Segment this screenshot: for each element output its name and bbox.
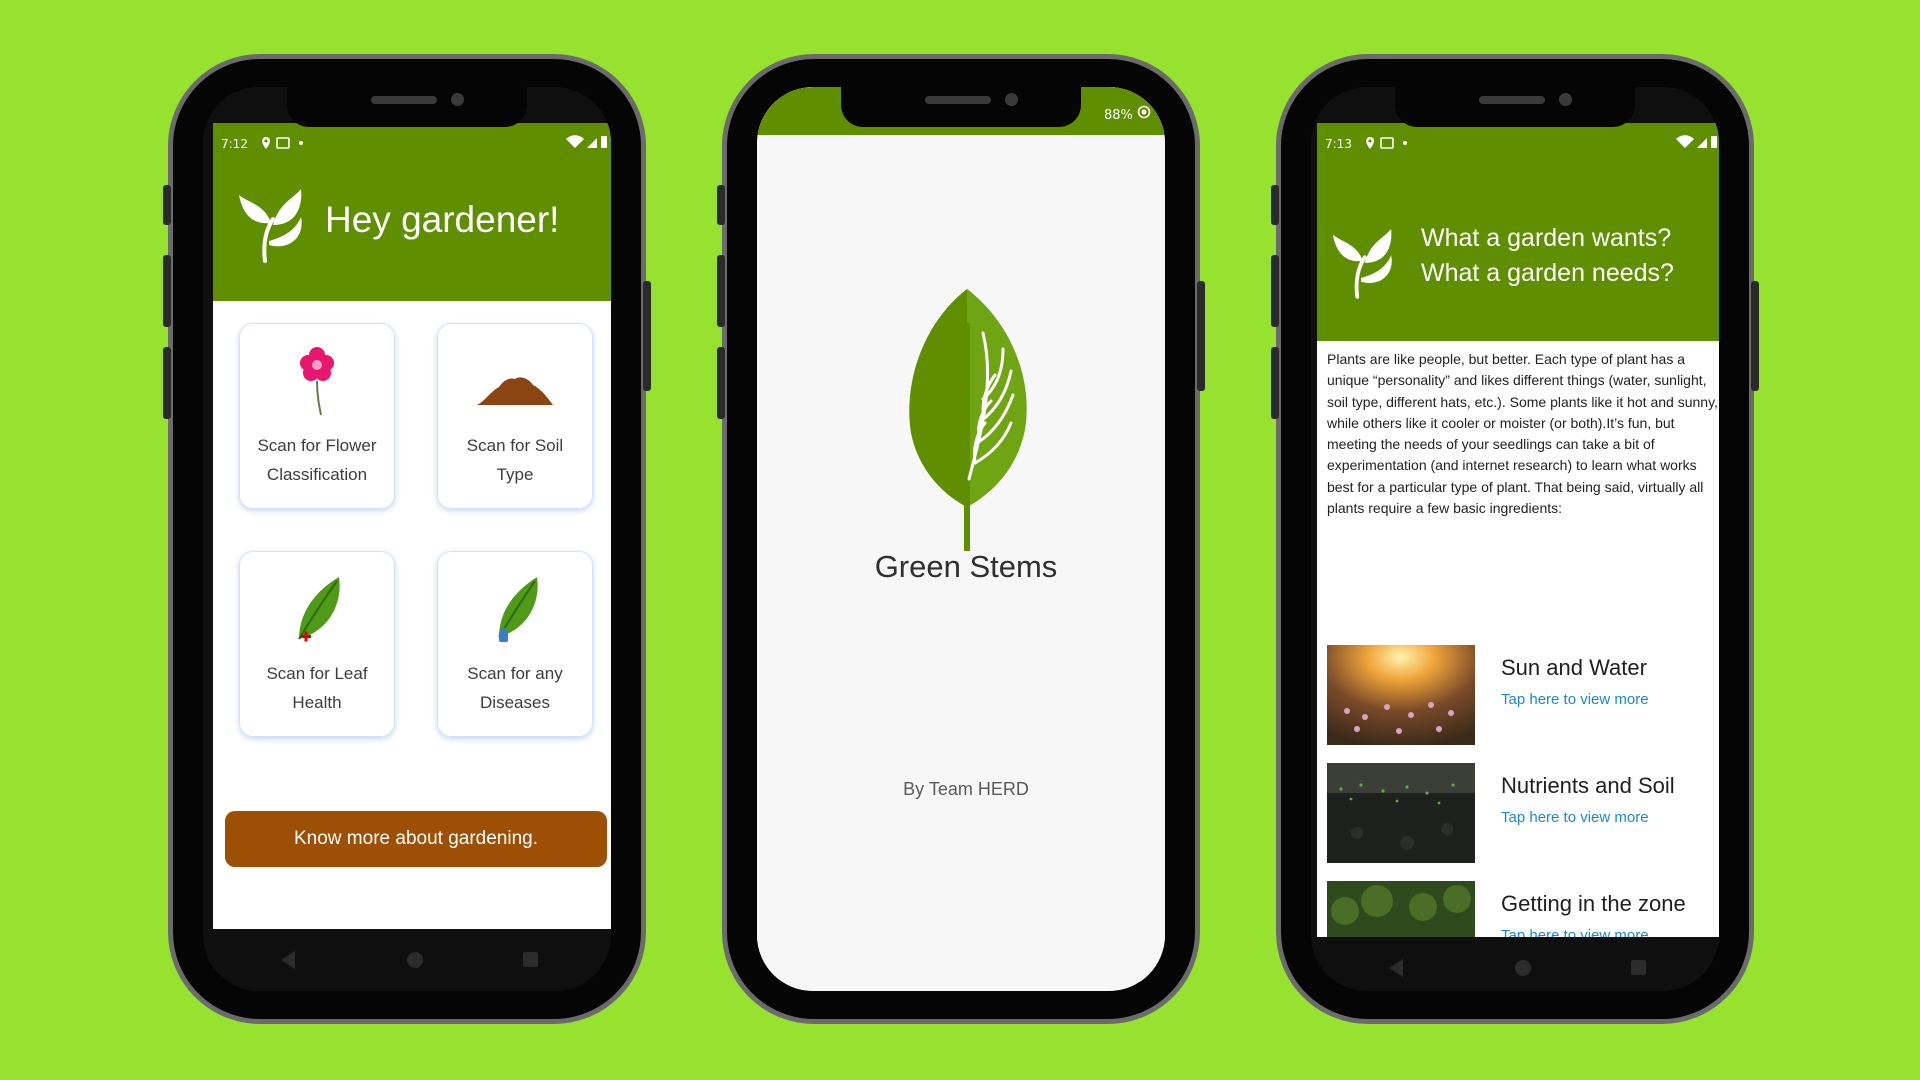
battery-indicator: 88% — [1104, 105, 1151, 123]
volume-down-button — [717, 347, 725, 419]
front-camera — [1005, 93, 1018, 106]
location-icon — [1366, 137, 1407, 149]
back-icon[interactable] — [281, 951, 295, 969]
notch — [1395, 87, 1635, 127]
speaker — [925, 96, 991, 104]
soil-thumbnail — [1327, 763, 1475, 863]
recent-apps-icon[interactable] — [1631, 960, 1646, 975]
card-label-line: Diseases — [480, 693, 550, 712]
back-icon[interactable] — [1389, 959, 1403, 977]
flower-icon — [300, 347, 334, 416]
notch — [287, 87, 527, 127]
topic-growing-zone[interactable]: Getting in the zone Tap here to view mor… — [1327, 881, 1717, 937]
card-label-line: Scan for Leaf — [266, 664, 368, 683]
recent-apps-icon[interactable] — [523, 952, 538, 967]
topic-nutrients-soil[interactable]: Nutrients and Soil Tap here to view more — [1327, 763, 1717, 863]
scan-flower-card[interactable]: Scan for Flower Classification — [239, 323, 395, 509]
app-header: 7:12 Hey gardener! — [213, 123, 611, 301]
topic-title: Nutrients and Soil — [1501, 773, 1675, 798]
home-icon[interactable] — [407, 952, 423, 968]
topic-title: Sun and Water — [1501, 655, 1647, 680]
guide-display: 7:13 What a garden wants? What a garden … — [1317, 123, 1719, 937]
status-notification-icons — [261, 136, 311, 153]
status-time: 7:12 — [221, 137, 248, 151]
topic-sun-water[interactable]: Sun and Water Tap here to view more — [1327, 645, 1717, 745]
sprout-logo-icon — [239, 189, 302, 263]
power-button — [1197, 281, 1205, 391]
status-bar: 7:13 — [1317, 123, 1719, 163]
app-display: 7:12 Hey gardener! Scan for Flower Class… — [213, 123, 611, 929]
volume-up-button — [717, 255, 725, 327]
card-label-line: Classification — [266, 465, 368, 484]
front-camera — [451, 93, 464, 106]
android-nav-bar — [1311, 937, 1719, 991]
card-label-line: Scan for any — [467, 664, 563, 683]
app-name: Green Stems — [874, 549, 1058, 584]
guide-title: What a garden wants? What a garden needs… — [1421, 221, 1674, 291]
splash-display: 88% Green Stems By Team HERD — [757, 87, 1165, 991]
card-label-line: Scan for Soil — [466, 436, 564, 455]
home-icon[interactable] — [1515, 960, 1531, 976]
location-icon — [262, 137, 303, 149]
phone-splash-screen: 88% Green Stems By Team HERD — [717, 54, 1205, 1024]
phone-guide-screen: 7:13 What a garden wants? What a garden … — [1271, 54, 1759, 1024]
volume-down-button — [1271, 347, 1279, 419]
status-bar: 7:12 — [213, 123, 611, 163]
view-more-link[interactable]: Tap here to view more — [1501, 809, 1649, 826]
topic-title: Getting in the zone — [1501, 891, 1686, 916]
team-byline: By Team HERD — [903, 779, 1029, 799]
leaf-logo-icon — [909, 289, 1027, 551]
card-label-line: Scan for Flower — [257, 436, 377, 455]
notch — [841, 87, 1081, 127]
android-nav-bar — [203, 929, 611, 991]
volume-up-button — [163, 255, 171, 327]
side-button — [717, 185, 725, 225]
header-title: Hey gardener! — [325, 199, 560, 240]
wifi-signal-battery-icon — [1676, 135, 1717, 148]
status-signal-battery-icons — [565, 135, 609, 152]
scan-disease-card[interactable]: Scan for any Diseases — [437, 551, 593, 737]
card-label-line: Health — [292, 693, 342, 712]
view-more-link[interactable]: Tap here to view more — [1501, 691, 1649, 708]
volume-up-button — [1271, 255, 1279, 327]
title-line: What a garden needs? — [1421, 259, 1674, 287]
side-button — [1271, 185, 1279, 225]
screen: 7:12 Hey gardener! Scan for Flower Class… — [203, 87, 611, 991]
sun-field-thumbnail — [1327, 645, 1475, 745]
phone-home-screen: 7:12 Hey gardener! Scan for Flower Class… — [163, 54, 651, 1024]
leaf-disease-icon — [498, 577, 538, 642]
status-time: 7:13 — [1325, 137, 1352, 151]
soil-mound-icon — [477, 377, 553, 405]
status-notification-icons — [1365, 136, 1415, 153]
know-more-button[interactable]: Know more about gardening. — [225, 811, 607, 867]
intro-paragraph: Plants are like people, but better. Each… — [1327, 351, 1718, 517]
scan-leaf-health-card[interactable]: Scan for Leaf Health — [239, 551, 395, 737]
screen: 88% Green Stems By Team HERD — [757, 87, 1165, 991]
sync-icon — [1137, 105, 1151, 119]
side-button — [163, 185, 171, 225]
power-button — [1751, 281, 1759, 391]
leaf-health-icon — [298, 577, 340, 642]
card-label-line: Type — [496, 465, 534, 484]
title-line: What a garden wants? — [1421, 224, 1672, 252]
screen: 7:13 What a garden wants? What a garden … — [1311, 87, 1719, 991]
volume-down-button — [163, 347, 171, 419]
speaker — [1479, 96, 1545, 104]
status-signal-battery-icons — [1675, 135, 1719, 152]
front-camera — [1559, 93, 1572, 106]
scan-soil-card[interactable]: Scan for Soil Type — [437, 323, 593, 509]
garden-thumbnail — [1327, 881, 1475, 937]
guide-header: 7:13 What a garden wants? What a garden … — [1317, 123, 1719, 341]
sprout-logo-icon — [1332, 229, 1392, 299]
power-button — [643, 281, 651, 391]
wifi-signal-battery-icon — [566, 135, 607, 148]
speaker — [371, 96, 437, 104]
battery-percent: 88% — [1103, 108, 1133, 123]
view-more-link[interactable]: Tap here to view more — [1501, 927, 1649, 937]
